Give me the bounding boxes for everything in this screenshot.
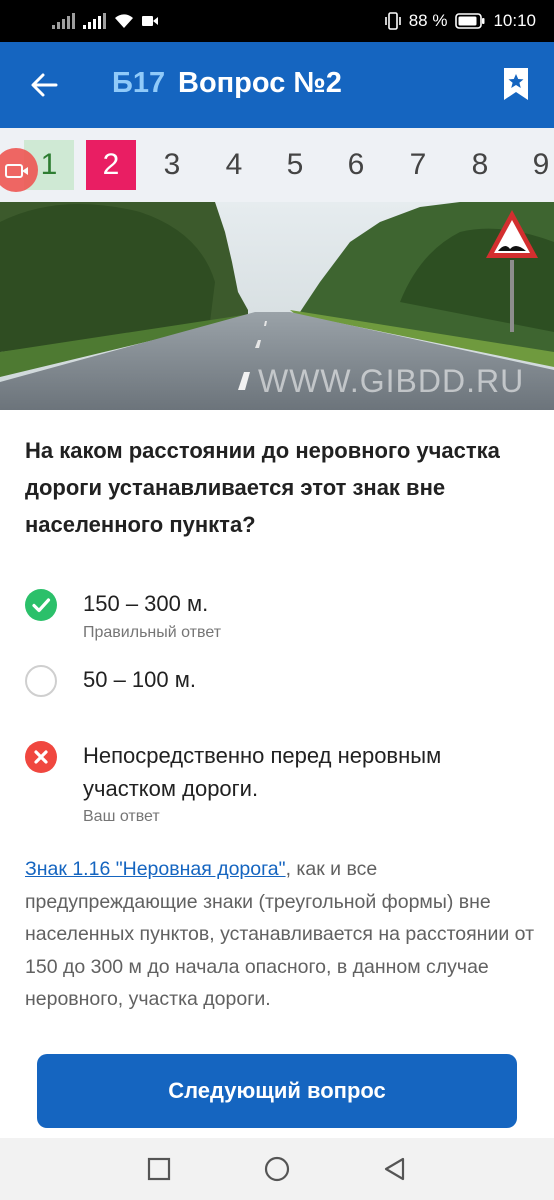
question-text: На каком расстоянии до неровного участка… (25, 438, 500, 537)
question-photo: WWW.GIBDD.RU (0, 202, 554, 410)
question-number-4[interactable]: 4 (209, 140, 259, 190)
back-nav-icon[interactable] (382, 1156, 408, 1182)
clock: 10:10 (493, 11, 536, 30)
photo-watermark: WWW.GIBDD.RU (258, 363, 524, 399)
status-icons-right: 88 % 10:10 (384, 9, 536, 33)
ticket-number: Б17 (112, 67, 166, 99)
answer-text: 50 – 100 м. (83, 667, 196, 692)
bookmark-button[interactable] (500, 66, 532, 102)
answer-text: 150 – 300 м. (83, 591, 209, 616)
answer-text: Непосредственно перед неровным участком … (83, 743, 442, 801)
battery-percent: 88 % (408, 11, 448, 30)
bookmark-star-icon (504, 68, 528, 100)
home-icon[interactable] (264, 1156, 290, 1182)
question-number-8[interactable]: 8 (455, 140, 505, 190)
question-number-9[interactable]: 9 (516, 140, 554, 190)
signal-icon (83, 13, 106, 29)
correct-answer-label: Правильный ответ (83, 624, 222, 641)
question-number-7[interactable]: 7 (393, 140, 443, 190)
back-button[interactable] (24, 65, 64, 105)
your-answer-label: Ваш ответ (83, 808, 160, 825)
wifi-icon (115, 14, 133, 28)
signal-icon (52, 13, 75, 29)
radio-empty-icon (25, 665, 57, 697)
recent-apps-icon[interactable] (146, 1156, 172, 1182)
question-number-strip: 1 2 3 4 5 6 7 8 9 (0, 128, 554, 202)
page-title: Вопрос №2 (178, 67, 342, 99)
screen-record-icon[interactable] (0, 148, 38, 192)
app-bar: Б17 Вопрос №2 (0, 42, 554, 128)
question-number-6[interactable]: 6 (331, 140, 381, 190)
status-bar: 88 % 10:10 (0, 0, 554, 42)
question-number-5[interactable]: 5 (270, 140, 320, 190)
explanation-text: , как и все предупреждающие знаки (треуг… (25, 858, 534, 1010)
back-arrow-icon (31, 73, 58, 97)
battery-icon (455, 13, 485, 29)
status-icons-left (52, 12, 158, 30)
video-icon (142, 16, 158, 26)
question-number-3[interactable]: 3 (147, 140, 197, 190)
next-question-button[interactable]: Следующий вопрос (37, 1054, 517, 1128)
question-number-2[interactable]: 2 (86, 140, 136, 190)
system-nav-bar (0, 1138, 554, 1200)
vibrate-icon (384, 12, 401, 30)
sign-link[interactable]: Знак 1.16 "Неровная дорога" (25, 858, 286, 880)
cross-icon (25, 741, 57, 773)
check-icon (25, 589, 57, 621)
explanation: Знак 1.16 "Неровная дорога", как и все п… (25, 853, 535, 1016)
